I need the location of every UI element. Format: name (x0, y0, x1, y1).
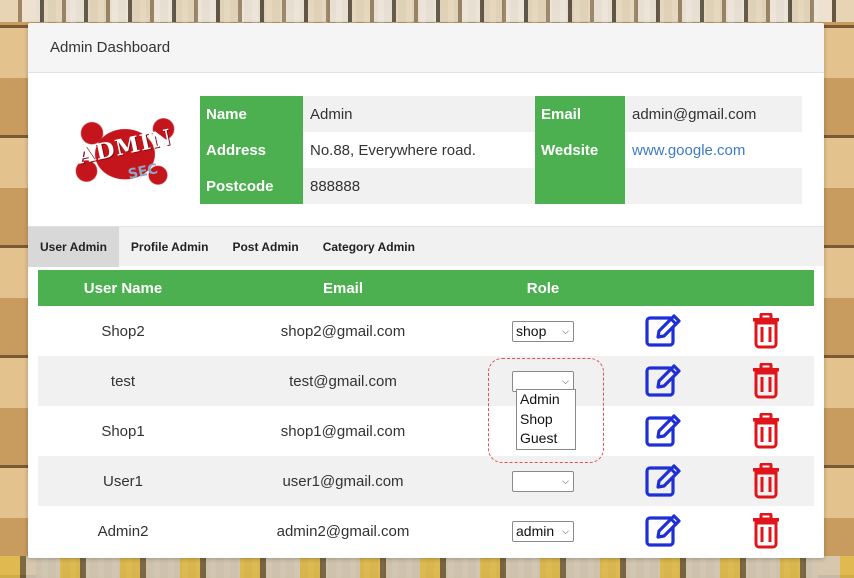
header-email: Email (322, 279, 364, 297)
cell-user-name: Shop2 (101, 322, 145, 340)
cell-email: shop2@gmail.com (280, 322, 406, 340)
chevron-down-icon: ⌵ (562, 325, 569, 336)
panel-header: Admin Dashboard (28, 23, 824, 73)
cell-email: user1@gmail.com (282, 472, 404, 490)
tab-profile-admin[interactable]: Profile Admin (119, 227, 221, 267)
name-value: Admin (303, 96, 535, 132)
role-select[interactable]: ⌵ (512, 470, 574, 492)
admin-logo: ADMIN SEC (50, 96, 200, 204)
role-select-value: admin (516, 523, 555, 539)
table-row: Admin2 admin2@gmail.com admin ⌵ (38, 506, 814, 556)
profile-section: ADMIN SEC Name Address Postcode Admin No… (50, 96, 802, 204)
table-row: User1 user1@gmail.com ⌵ (38, 456, 814, 506)
email-value: admin@gmail.com (625, 96, 802, 132)
edit-icon[interactable] (644, 363, 682, 399)
profile-labels-left: Name Address Postcode (200, 96, 303, 204)
table-row: test test@gmail.com ⌵ (38, 356, 814, 406)
edit-icon[interactable] (644, 413, 682, 449)
cell-email: admin2@gmail.com (276, 522, 410, 540)
postcode-value: 888888 (303, 168, 535, 204)
trash-icon[interactable] (751, 313, 781, 349)
trash-icon[interactable] (751, 363, 781, 399)
table-header: User Name Email Role (38, 270, 814, 306)
dropdown-option-shop[interactable]: Shop (517, 410, 575, 430)
cell-email: shop1@gmail.com (280, 422, 406, 440)
profile-values-left: Admin No.88, Everywhere road. 888888 (303, 96, 535, 204)
role-select[interactable]: shop ⌵ (512, 320, 574, 342)
website-label: Wedsite (541, 141, 599, 159)
tab-post-admin[interactable]: Post Admin (220, 227, 310, 267)
role-select-value: shop (516, 323, 547, 339)
user-table: User Name Email Role Shop2 shop2@gmail.c… (38, 270, 814, 556)
trash-icon[interactable] (751, 463, 781, 499)
cell-email: test@gmail.com (289, 372, 397, 390)
background-bottom (0, 556, 854, 578)
dropdown-option-admin[interactable]: Admin (517, 390, 575, 410)
trash-icon[interactable] (751, 413, 781, 449)
name-label: Name (206, 105, 247, 123)
dropdown-option-guest[interactable]: Guest (517, 429, 575, 449)
role-select[interactable]: admin ⌵ (512, 520, 574, 542)
profile-labels-right: Email Wedsite (535, 96, 625, 204)
role-dropdown-list: Admin Shop Guest (516, 389, 576, 450)
empty-value (625, 168, 802, 204)
cell-user-name: Admin2 (97, 522, 149, 540)
edit-icon[interactable] (644, 313, 682, 349)
header-role: Role (526, 279, 560, 297)
admin-tabs: User Admin Profile Admin Post Admin Cate… (28, 226, 824, 267)
tab-user-admin[interactable]: User Admin (28, 227, 119, 267)
profile-info-grid: Name Address Postcode Admin No.88, Every… (200, 96, 802, 204)
tab-category-admin[interactable]: Category Admin (311, 227, 427, 267)
edit-icon[interactable] (644, 513, 682, 549)
admin-dashboard-panel: Admin Dashboard ADMIN SEC Name Address P… (28, 23, 824, 558)
table-row: Shop2 shop2@gmail.com shop ⌵ (38, 306, 814, 356)
header-user-name: User Name (83, 279, 163, 297)
background-top (0, 0, 854, 22)
chevron-down-icon: ⌵ (562, 475, 569, 486)
empty-label (535, 168, 625, 204)
address-value: No.88, Everywhere road. (310, 141, 476, 159)
cell-user-name: test (110, 372, 136, 390)
trash-icon[interactable] (751, 513, 781, 549)
table-row: Shop1 shop1@gmail.com (38, 406, 814, 456)
address-label: Address (206, 141, 267, 159)
cell-user-name: Shop1 (101, 422, 145, 440)
page-title: Admin Dashboard (50, 39, 171, 56)
email-label: Email (541, 105, 582, 123)
edit-icon[interactable] (644, 463, 682, 499)
cell-user-name: User1 (102, 472, 143, 490)
postcode-label: Postcode (206, 177, 274, 195)
website-link[interactable]: www.google.com (625, 132, 802, 168)
profile-values-right: admin@gmail.com www.google.com (625, 96, 802, 204)
chevron-down-icon: ⌵ (562, 525, 569, 536)
